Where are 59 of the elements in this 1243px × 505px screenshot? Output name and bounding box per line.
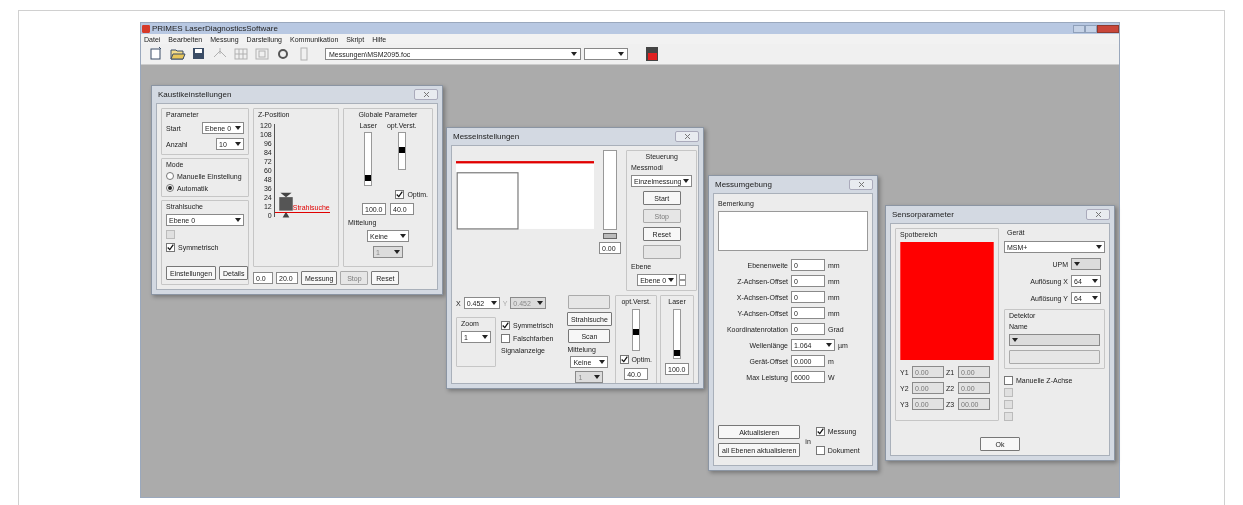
caret-icon [394, 250, 400, 254]
slider-thumb[interactable] [633, 328, 640, 335]
caret-icon [1096, 245, 1102, 249]
dialog-title: Sensorparameter [891, 210, 954, 219]
checkbox[interactable] [166, 243, 175, 252]
caret-icon [1074, 262, 1080, 266]
caret-icon [235, 142, 241, 146]
caret-icon [826, 343, 832, 347]
text-area[interactable] [718, 211, 868, 251]
save-icon[interactable] [191, 46, 207, 62]
slider-thumb[interactable] [674, 349, 680, 356]
caret-icon [571, 52, 577, 56]
caret-icon [400, 234, 406, 238]
caret-icon [1092, 279, 1098, 283]
checkbox[interactable] [395, 190, 405, 199]
dropdown[interactable] [584, 48, 628, 60]
close-icon [423, 92, 429, 97]
caret-icon [490, 301, 497, 305]
checkbox[interactable] [620, 355, 630, 364]
close-button[interactable] [414, 89, 438, 100]
close-button[interactable] [849, 179, 873, 190]
close-icon [684, 134, 690, 139]
slider-thumb[interactable] [365, 175, 372, 182]
close-icon [858, 182, 864, 187]
caret-icon [683, 179, 690, 183]
checkbox[interactable] [1004, 376, 1013, 385]
caret-icon [668, 278, 675, 282]
checkbox[interactable] [501, 321, 510, 330]
close-button[interactable] [1097, 24, 1119, 33]
slider-thumb[interactable] [603, 233, 617, 239]
slider-thumb[interactable] [398, 146, 405, 153]
caret-icon [235, 126, 241, 130]
radio-button[interactable] [166, 172, 174, 180]
caret-icon [594, 375, 601, 379]
close-icon [1095, 212, 1101, 217]
checkbox[interactable] [815, 427, 825, 436]
close-button[interactable] [1086, 209, 1110, 220]
spin-up-button[interactable] [679, 274, 687, 280]
caret-icon [482, 335, 488, 339]
spin-down-button[interactable] [679, 280, 687, 286]
app-icon [142, 24, 150, 33]
caret-icon [618, 52, 624, 56]
caret-icon [1012, 338, 1018, 342]
radio-button[interactable] [166, 184, 174, 192]
open-icon[interactable] [170, 46, 186, 62]
caret-icon [1092, 296, 1098, 300]
close-button[interactable] [675, 131, 699, 142]
caret-icon [537, 301, 544, 305]
stage-drawing [276, 192, 295, 218]
window-title: PRIMES LaserDiagnosticsSoftware [152, 24, 278, 33]
dialog-title: Kaustikeinstellungen [157, 90, 232, 99]
caret-icon [599, 360, 606, 364]
dialog-title: Messeinstellungen [452, 132, 520, 141]
dropdown[interactable] [1071, 258, 1101, 270]
checkbox[interactable] [815, 446, 825, 455]
dialog-title: Messumgebung [714, 180, 772, 189]
checkbox[interactable] [501, 334, 510, 343]
circle-icon[interactable] [275, 46, 291, 62]
caret-icon [235, 218, 241, 222]
